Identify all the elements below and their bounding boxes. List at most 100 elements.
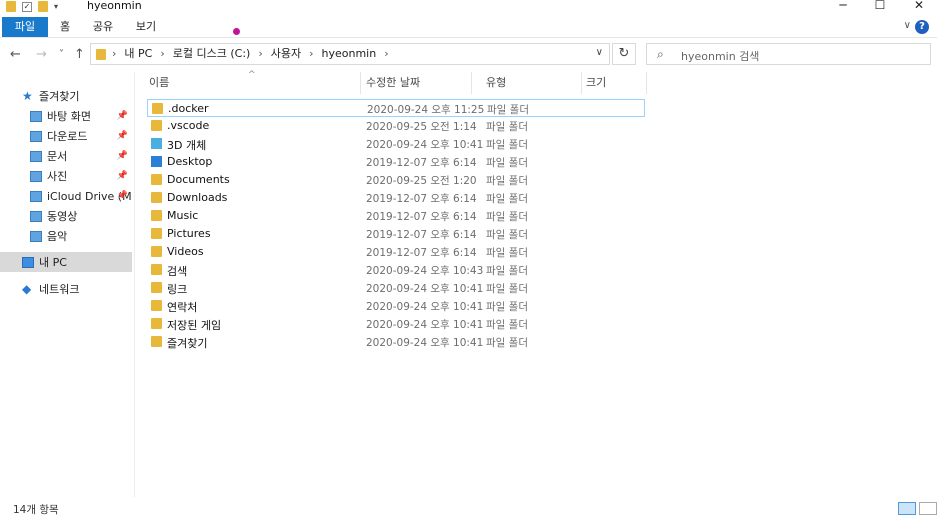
table-row[interactable]: .docker 2020-09-24 오후 11:25 파일 폴더 [147, 99, 645, 117]
column-header-modified[interactable]: 수정한 날짜 [352, 72, 472, 94]
saved-games-icon [151, 318, 162, 329]
file-type: 파일 폴더 [486, 121, 528, 133]
file-date: 2020-09-24 오후 10:41 [366, 139, 484, 151]
desktop-icon [30, 110, 42, 122]
sidebar-item-desktop[interactable]: 바탕 화면 📌 [0, 106, 132, 126]
breadcrumb-separator: › [384, 47, 389, 60]
sidebar-item-label: 바탕 화면 [47, 110, 91, 123]
documents-icon [30, 150, 42, 162]
properties-icon[interactable]: ✓ [22, 1, 32, 12]
sidebar-item-music[interactable]: 음악 [0, 226, 132, 246]
pin-icon: 📌 [116, 171, 128, 181]
details-view-button[interactable] [898, 502, 916, 515]
table-row[interactable]: Documents 2020-09-25 오전 1:20 파일 폴더 [147, 171, 645, 189]
favorites-icon [151, 336, 162, 347]
sidebar-item-label: 문서 [47, 150, 68, 163]
sidebar-item-pictures[interactable]: 사진 📌 [0, 166, 132, 186]
large-icons-view-button[interactable] [919, 502, 937, 515]
table-row[interactable]: Downloads 2019-12-07 오후 6:14 파일 폴더 [147, 189, 645, 207]
tab-share[interactable]: 공유 [88, 17, 118, 37]
table-row[interactable]: 즐겨찾기 2020-09-24 오후 10:41 파일 폴더 [147, 333, 645, 351]
search-input[interactable]: ⌕ hyeonmin 검색 [646, 43, 931, 65]
close-button[interactable]: ✕ [905, 0, 933, 12]
file-type: 파일 폴더 [486, 175, 528, 187]
file-name: Desktop [167, 155, 213, 168]
column-header-type[interactable]: 유형 [472, 72, 582, 94]
file-type: 파일 폴더 [486, 337, 528, 349]
forward-button[interactable]: → [36, 48, 47, 62]
minimize-button[interactable]: ─ [829, 0, 857, 12]
back-button[interactable]: ← [10, 48, 21, 62]
file-date: 2020-09-25 오전 1:14 [366, 121, 477, 133]
sidebar-item-videos[interactable]: 동영상 [0, 206, 132, 226]
address-bar[interactable]: › 내 PC › 로컬 디스크 (C:) › 사용자 › hyeonmin › … [90, 43, 610, 65]
table-row[interactable]: 3D 개체 2020-09-24 오후 10:41 파일 폴더 [147, 135, 645, 153]
sidebar-item-icloud[interactable]: iCloud Drive (M 📌 [0, 186, 132, 206]
column-header-size[interactable]: 크기 [572, 72, 647, 94]
videos-icon [30, 210, 42, 222]
table-row[interactable]: Pictures 2019-12-07 오후 6:14 파일 폴더 [147, 225, 645, 243]
sidebar-item-this-pc[interactable]: 내 PC [0, 252, 132, 272]
refresh-button[interactable]: ↻ [612, 43, 636, 65]
maximize-button[interactable]: ☐ [866, 0, 894, 12]
file-date: 2020-09-24 오후 10:43 [366, 265, 484, 277]
status-bar: 14개 항목 [0, 497, 937, 516]
desktop-icon [151, 156, 162, 167]
recent-locations-button[interactable]: ˅ [59, 48, 64, 62]
table-row[interactable]: 저장된 게임 2020-09-24 오후 10:41 파일 폴더 [147, 315, 645, 333]
breadcrumb-local-disk[interactable]: 로컬 디스크 (C:) [173, 47, 251, 61]
sidebar-item-label: 즐겨찾기 [39, 90, 80, 103]
file-date: 2019-12-07 오후 6:14 [366, 247, 477, 259]
table-row[interactable]: Videos 2019-12-07 오후 6:14 파일 폴더 [147, 243, 645, 261]
pin-icon: 📌 [116, 111, 128, 121]
file-name: Music [167, 209, 199, 222]
table-row[interactable]: 연락처 2020-09-24 오후 10:41 파일 폴더 [147, 297, 645, 315]
file-type: 파일 폴더 [486, 319, 528, 331]
table-row[interactable]: .vscode 2020-09-25 오전 1:14 파일 폴더 [147, 117, 645, 135]
file-date: 2020-09-24 오후 11:25 [367, 104, 485, 116]
tab-file[interactable]: 파일 [2, 17, 48, 37]
file-name: Pictures [167, 227, 211, 240]
sidebar-item-quick-access[interactable]: ★ 즐겨찾기 [0, 86, 132, 106]
mouse-cursor [233, 28, 240, 35]
table-row[interactable]: 검색 2020-09-24 오후 10:43 파일 폴더 [147, 261, 645, 279]
up-button[interactable]: ↑ [74, 48, 85, 62]
file-name: Videos [167, 245, 204, 258]
new-folder-icon[interactable] [38, 1, 48, 12]
3d-objects-icon [151, 138, 162, 149]
customize-toolbar-icon[interactable]: ▾ [54, 2, 58, 11]
sidebar-item-documents[interactable]: 문서 📌 [0, 146, 132, 166]
folder-icon [151, 192, 162, 203]
help-button[interactable]: ? [915, 20, 929, 34]
star-icon: ★ [22, 88, 33, 103]
searches-icon [151, 264, 162, 275]
address-dropdown-icon[interactable]: ∨ [596, 47, 603, 58]
file-name: .docker [168, 102, 209, 115]
table-row[interactable]: 링크 2020-09-24 오후 10:41 파일 폴더 [147, 279, 645, 297]
breadcrumb-users[interactable]: 사용자 [271, 47, 301, 61]
file-date: 2020-09-24 오후 10:41 [366, 283, 484, 295]
file-name: 즐겨찾기 [167, 337, 208, 350]
folder-icon [151, 210, 162, 221]
sidebar-item-downloads[interactable]: 다운로드 📌 [0, 126, 132, 146]
breadcrumb: › 내 PC › 로컬 디스크 (C:) › 사용자 › hyeonmin › [112, 47, 389, 61]
sidebar-item-label: 사진 [47, 170, 68, 183]
tab-home[interactable]: 홈 [52, 17, 78, 37]
file-type: 파일 폴더 [486, 283, 528, 295]
sidebar-item-network[interactable]: ◆ 네트워크 [0, 279, 132, 299]
column-header-name[interactable]: 이름 [135, 72, 361, 94]
network-icon: ◆ [22, 281, 32, 296]
tab-view[interactable]: 보기 [131, 17, 161, 37]
breadcrumb-this-pc[interactable]: 내 PC [124, 47, 152, 61]
file-type: 파일 폴더 [486, 139, 528, 151]
table-row[interactable]: Desktop 2019-12-07 오후 6:14 파일 폴더 [147, 153, 645, 171]
table-row[interactable]: Music 2019-12-07 오후 6:14 파일 폴더 [147, 207, 645, 225]
breadcrumb-hyeonmin[interactable]: hyeonmin [322, 47, 377, 61]
sidebar-item-label: 동영상 [47, 210, 78, 223]
file-date: 2019-12-07 오후 6:14 [366, 193, 477, 205]
folder-icon [152, 103, 163, 114]
search-placeholder: hyeonmin 검색 [681, 50, 760, 63]
ribbon-collapse-icon[interactable]: ∨ [904, 20, 911, 31]
file-date: 2020-09-24 오후 10:41 [366, 301, 484, 313]
contacts-icon [151, 300, 162, 311]
